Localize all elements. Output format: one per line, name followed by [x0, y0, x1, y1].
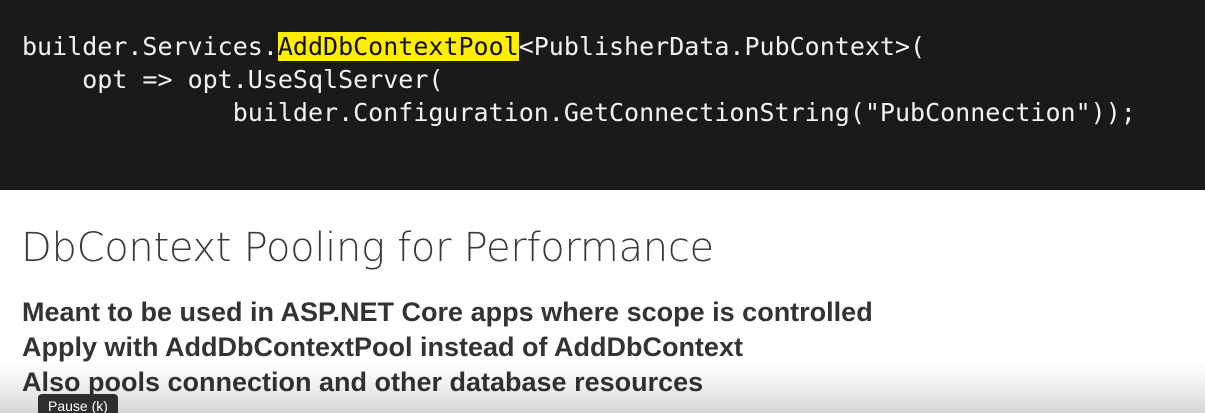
- code-line-1: builder.Services.AddDbContextPool<Publis…: [22, 30, 1136, 63]
- code-line-1-prefix: builder.Services.: [22, 32, 278, 61]
- code-line-1-suffix: <PublisherData.PubContext>(: [518, 32, 926, 61]
- pause-tooltip: Pause (k): [38, 394, 118, 413]
- code-snippet: builder.Services.AddDbContextPool<Publis…: [22, 30, 1136, 129]
- bullet-item: Also pools connection and other database…: [22, 367, 704, 397]
- code-line-2: opt => opt.UseSqlServer(: [22, 65, 444, 94]
- bullet-list: Meant to be used in ASP.NET Core apps wh…: [22, 295, 873, 400]
- code-panel: builder.Services.AddDbContextPool<Publis…: [0, 0, 1205, 190]
- highlighted-method: AddDbContextPool: [277, 32, 519, 61]
- bullet-item: Apply with AddDbContextPool instead of A…: [22, 332, 743, 362]
- slide-title: DbContext Pooling for Performance: [21, 225, 714, 271]
- bullet-item: Meant to be used in ASP.NET Core apps wh…: [22, 297, 873, 327]
- code-line-3: builder.Configuration.GetConnectionStrin…: [22, 98, 1136, 127]
- video-frame[interactable]: builder.Services.AddDbContextPool<Publis…: [0, 0, 1205, 413]
